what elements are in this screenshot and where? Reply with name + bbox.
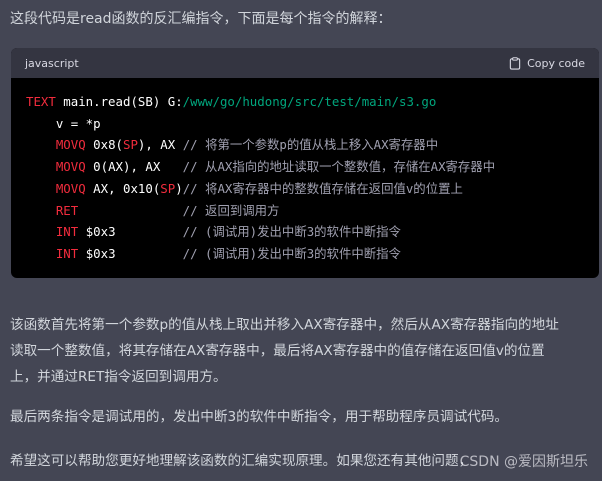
explanation-line: 读取一个整数值，将其存储在AX寄存器中，最后将AX寄存器中的值存储在返回值v的位… (10, 343, 545, 359)
code-line-3: MOVQ 0x8(SP), AX // 将第一个参数p的值从栈上移入AX寄存器中 (26, 134, 584, 156)
code-comment: // (调试用)发出中断3的软件中断指令 (182, 224, 401, 240)
code-comment: // 从AX指向的地址读取一个整数值，存储在AX寄存器中 (182, 159, 496, 175)
code-operand: ), AX (137, 137, 183, 153)
code-comment: // 将AX寄存器中的整数值存储在返回值v的位置上 (182, 180, 463, 196)
code-line-1: TEXT main.read(SB) G:/www/go/hudong/src/… (26, 91, 584, 113)
code-operand: $0x3 (78, 224, 183, 240)
code-opcode: INT (55, 224, 79, 240)
code-operand: 0(AX), AX (85, 159, 183, 175)
code-keyword: TEXT (26, 94, 56, 109)
intro-text: 这段代码是read函数的反汇编指令，下面是每个指令的解释： (10, 11, 392, 27)
code-operand: $0x3 (78, 245, 183, 261)
code-comment: // 将第一个参数p的值从栈上移入AX寄存器中 (182, 137, 439, 153)
copy-code-button[interactable]: Copy code (509, 57, 585, 70)
code-opcode: MOVQ (55, 159, 86, 175)
code-opcode: RET (55, 202, 79, 218)
code-operand: AX, 0x10( (85, 180, 161, 196)
code-language-label: javascript (25, 56, 79, 70)
explanation-line: 该函数首先将第一个参数p的值从栈上取出并移入AX寄存器中，然后从AX寄存器指向的… (10, 317, 559, 333)
code-comment: // 返回到调用方 (182, 202, 280, 218)
code-operand: 0x8( (85, 137, 123, 153)
code-opcode: MOVQ (55, 137, 86, 153)
code-register: SP (160, 180, 176, 196)
clipboard-icon (509, 56, 521, 70)
code-line-6: RET // 返回到调用方 (26, 200, 584, 222)
code-padding (78, 203, 182, 218)
code-comment: // (调试用)发出中断3的软件中断指令 (182, 245, 401, 261)
csdn-watermark: CSDN @爱因斯坦乐 (459, 454, 588, 470)
code-block: javascript Copy code TEXT main.read(SB) … (11, 48, 599, 278)
code-path: /www/go/hudong/src/test/main/s3.go (182, 94, 437, 109)
code-line-2: v = *p (26, 115, 101, 131)
code-operand: ) (175, 180, 183, 196)
copy-code-label: Copy code (527, 56, 585, 70)
code-line-4: MOVQ 0(AX), AX // 从AX指向的地址读取一个整数值，存储在AX寄… (26, 156, 584, 178)
code-opcode: INT (55, 245, 79, 261)
debug-note-paragraph: 最后两条指令是调试用的，发出中断3的软件中断指令，用于帮助程序员调试代码。 (10, 409, 509, 425)
code-register: SP (123, 137, 138, 153)
code-line-7: INT $0x3 // (调试用)发出中断3的软件中断指令 (26, 221, 584, 243)
code-body: TEXT main.read(SB) G:/www/go/hudong/src/… (11, 78, 599, 265)
explanation-line: 上，并通过RET指令返回到调用方。 (10, 369, 227, 385)
code-header: javascript Copy code (11, 48, 599, 78)
code-line-5: MOVQ AX, 0x10(SP)// 将AX寄存器中的整数值存储在返回值v的位… (26, 178, 584, 200)
code-opcode: MOVQ (55, 180, 86, 196)
code-line-8: INT $0x3 // (调试用)发出中断3的软件中断指令 (26, 243, 584, 265)
code-text: main.read(SB) G: (55, 94, 183, 109)
explanation-paragraph: 该函数首先将第一个参数p的值从栈上取出并移入AX寄存器中，然后从AX寄存器指向的… (10, 312, 592, 390)
